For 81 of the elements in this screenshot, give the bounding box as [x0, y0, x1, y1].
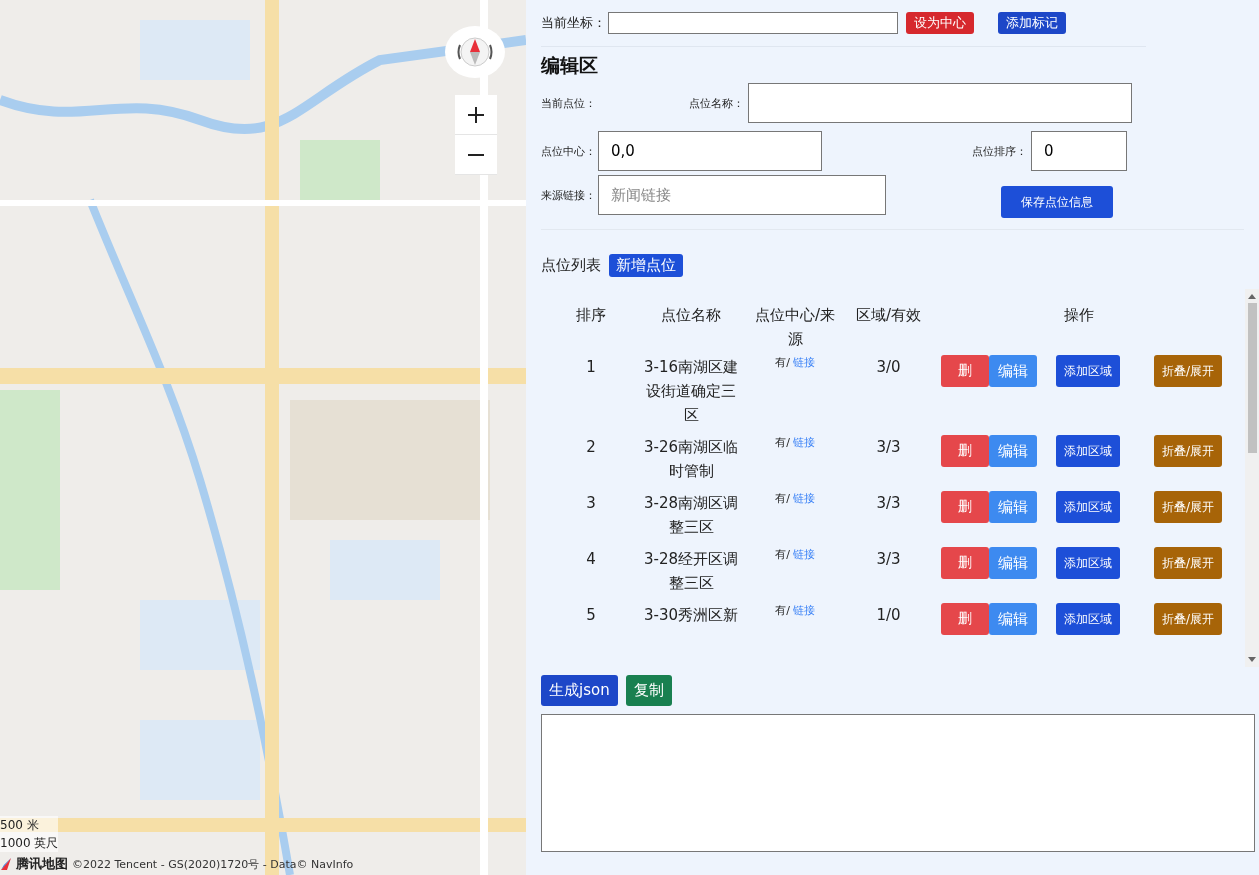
plus-icon — [467, 105, 485, 124]
edit-button[interactable]: 编辑 — [989, 603, 1037, 635]
table-cell-text: 5 — [585, 605, 597, 626]
table-cell-text: 3/3 — [875, 549, 902, 570]
map-attribution: ©2022 Tencent - GS(2020)1720号 - Data© NavInfo — [72, 856, 354, 872]
table-cell-text: 3/3 — [875, 437, 902, 458]
add-marker-button[interactable]: 添加标记 — [998, 12, 1066, 34]
table-cell: 有/ — [775, 435, 790, 451]
delete-button[interactable]: 删 — [941, 547, 989, 579]
minus-icon — [467, 153, 485, 156]
section-title: 点位列表 — [541, 256, 601, 275]
json-output-field[interactable] — [541, 714, 1255, 852]
source-link[interactable]: 链接 — [792, 355, 815, 371]
center-field[interactable]: 0,0 — [598, 131, 822, 171]
field-label: 当前点位： — [541, 95, 596, 111]
column-header: 区域/有效 — [854, 305, 923, 326]
name-field[interactable] — [748, 83, 1132, 123]
table-cell: 有/ — [775, 603, 790, 619]
table-cell-text: 1/0 — [875, 605, 902, 626]
delete-button[interactable]: 删 — [941, 603, 989, 635]
toggle-button[interactable]: 折叠/展开 — [1154, 355, 1222, 387]
generate-json-button[interactable]: 生成json — [541, 675, 618, 706]
copy-button[interactable]: 复制 — [625, 675, 672, 706]
toggle-button[interactable]: 折叠/展开 — [1154, 491, 1222, 523]
add-area-button[interactable]: 添加区域 — [1056, 355, 1120, 387]
field-label: 当前坐标： — [541, 14, 606, 32]
table-cell-text: 3-30秀洲区新 — [642, 605, 739, 626]
toggle-button[interactable]: 折叠/展开 — [1154, 435, 1222, 467]
set-center-button[interactable]: 设为中心 — [906, 12, 974, 34]
add-point-button[interactable]: 新增点位 — [609, 254, 683, 277]
source-link[interactable]: 链接 — [792, 547, 815, 563]
source-link-field[interactable]: 新闻链接 — [598, 175, 886, 215]
add-area-button[interactable]: 添加区域 — [1056, 547, 1120, 579]
save-button[interactable]: 保存点位信息 — [1001, 186, 1113, 218]
edit-button[interactable]: 编辑 — [989, 491, 1037, 523]
delete-button[interactable]: 删 — [941, 355, 989, 387]
table-cell-text: 3-28经开区调整三区 — [642, 549, 739, 594]
zoom-in-button[interactable] — [455, 95, 497, 135]
scrollbar[interactable] — [1245, 289, 1259, 667]
column-header: 点位名称 — [660, 305, 722, 326]
order-field[interactable]: 0 — [1031, 131, 1127, 171]
toggle-button[interactable]: 折叠/展开 — [1154, 547, 1222, 579]
coordinate-field[interactable] — [608, 12, 898, 34]
scroll-down-icon — [1248, 657, 1256, 663]
table-cell-text: 3/0 — [875, 357, 902, 378]
map-logo-icon — [0, 857, 12, 871]
table-cell-text: 4 — [585, 549, 597, 570]
column-header: 点位中心/来源 — [753, 305, 837, 350]
field-label: 点位排序： — [972, 143, 1027, 159]
field-label: 来源链接： — [541, 187, 596, 203]
map-brand: 腾讯地图 — [16, 855, 68, 873]
table-cell-text: 3/3 — [875, 493, 902, 514]
field-label: 点位中心： — [541, 143, 596, 159]
table-cell-text: 3-26南湖区临时管制 — [642, 437, 739, 482]
add-area-button[interactable]: 添加区域 — [1056, 603, 1120, 635]
table-cell: 有/ — [775, 547, 790, 563]
table-cell-text: 2 — [585, 437, 597, 458]
source-link[interactable]: 链接 — [792, 435, 815, 451]
source-link[interactable]: 链接 — [792, 603, 815, 619]
edit-button[interactable]: 编辑 — [989, 547, 1037, 579]
toggle-button[interactable]: 折叠/展开 — [1154, 603, 1222, 635]
column-header: 操作 — [1062, 305, 1095, 326]
table-cell: 有/ — [775, 355, 790, 371]
source-link[interactable]: 链接 — [792, 491, 815, 507]
add-area-button[interactable]: 添加区域 — [1056, 435, 1120, 467]
table-cell-text: 3 — [585, 493, 597, 514]
scale-label: 1000 英尺 — [0, 834, 59, 852]
edit-button[interactable]: 编辑 — [989, 435, 1037, 467]
table-cell-text: 3-16南湖区建设街道确定三区 — [642, 357, 739, 426]
column-header: 排序 — [575, 305, 607, 326]
section-title: 编辑区 — [541, 53, 599, 78]
edit-button[interactable]: 编辑 — [989, 355, 1037, 387]
scale-label: 500 米 — [0, 816, 59, 834]
scroll-up-icon — [1248, 293, 1256, 299]
table-cell: 有/ — [775, 491, 790, 507]
table-cell-text: 1 — [585, 357, 597, 378]
delete-button[interactable]: 删 — [941, 435, 989, 467]
add-area-button[interactable]: 添加区域 — [1056, 491, 1120, 523]
table-cell-text: 3-28南湖区调整三区 — [642, 493, 739, 538]
field-label: 点位名称： — [689, 95, 744, 111]
delete-button[interactable]: 删 — [941, 491, 989, 523]
